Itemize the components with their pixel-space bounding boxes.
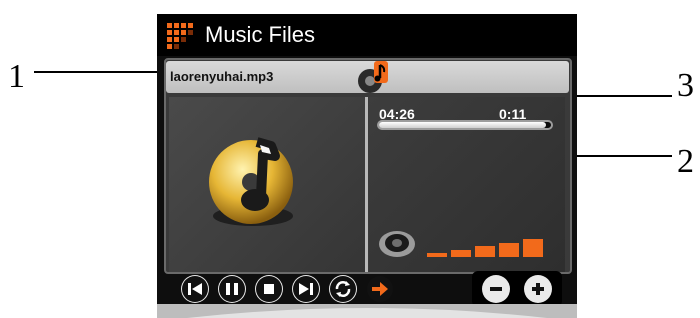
leader-line-1 xyxy=(34,71,174,73)
title-bar: Music Files xyxy=(157,14,577,56)
pause-button[interactable] xyxy=(218,275,246,303)
zoom-controls xyxy=(472,271,562,307)
forward-arrow-icon xyxy=(367,276,393,302)
progress-bar[interactable] xyxy=(377,120,553,130)
callout-1: 1 xyxy=(8,58,25,95)
stop-icon xyxy=(256,276,282,302)
progress-fill xyxy=(379,122,546,128)
volume-bar-5 xyxy=(523,239,543,257)
callout-2: 2 xyxy=(677,143,694,180)
file-name-bar[interactable]: laorenyuhai.mp3 xyxy=(166,61,569,93)
plus-icon xyxy=(525,276,551,302)
pause-icon xyxy=(219,276,245,302)
music-note-icon xyxy=(358,61,388,93)
volume-bar-1 xyxy=(427,253,447,257)
minus-icon xyxy=(483,276,509,302)
next-icon xyxy=(293,276,319,302)
previous-icon xyxy=(182,276,208,302)
zoom-in-button[interactable] xyxy=(524,275,552,303)
volume-bar-3 xyxy=(475,246,495,257)
speaker-icon[interactable] xyxy=(377,226,421,260)
music-disc-icon xyxy=(209,137,293,226)
app-title: Music Files xyxy=(205,22,316,47)
previous-button[interactable] xyxy=(181,275,209,303)
forward-button[interactable] xyxy=(366,275,394,303)
app-logo-icon xyxy=(167,23,193,49)
zoom-out-button[interactable] xyxy=(482,275,510,303)
next-button[interactable] xyxy=(292,275,320,303)
music-player-screen: Music Files laorenyuhai.mp3 04:26 0:11 xyxy=(157,14,577,318)
repeat-icon xyxy=(330,276,356,302)
callout-3: 3 xyxy=(677,67,694,104)
stop-button[interactable] xyxy=(255,275,283,303)
track-filename: laorenyuhai.mp3 xyxy=(170,69,274,84)
volume-bar-4 xyxy=(499,242,519,257)
repeat-button[interactable] xyxy=(329,275,357,303)
bottom-dock-decoration xyxy=(157,304,577,318)
playback-controls xyxy=(169,271,569,307)
pane-divider xyxy=(365,97,368,272)
volume-bar-2 xyxy=(451,249,471,257)
